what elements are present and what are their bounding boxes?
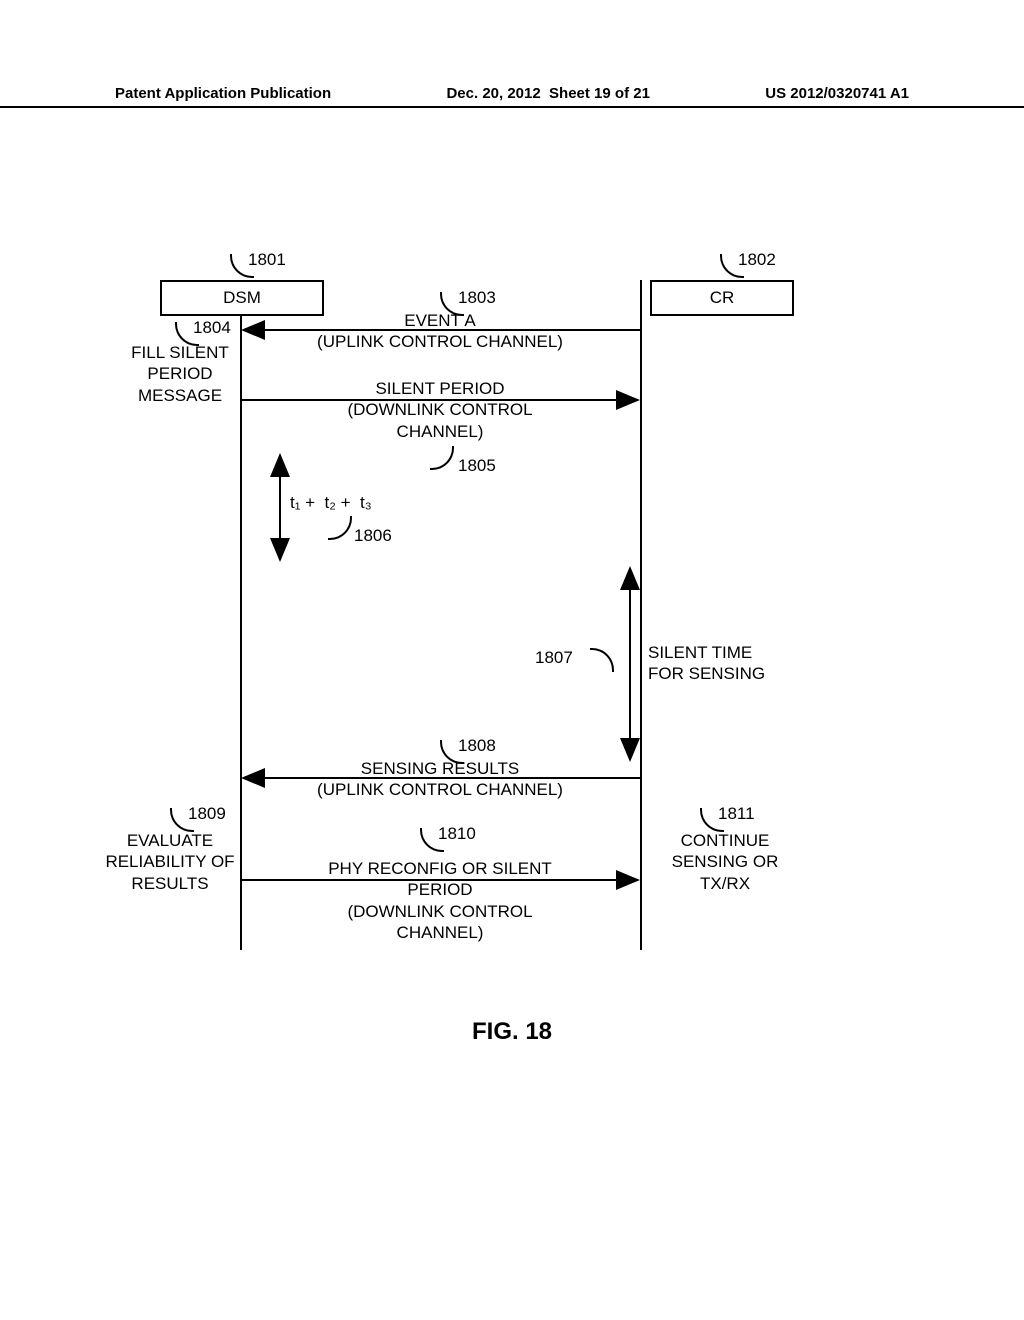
ref-1806: 1806 — [354, 526, 392, 546]
label-event-a: EVENT A (UPLINK CONTROL CHANNEL) — [290, 310, 590, 353]
label-phy-reconfig: PHY RECONFIG OR SILENT PERIOD (DOWNLINK … — [280, 858, 600, 943]
ref-1805: 1805 — [458, 456, 496, 476]
label-silent-time: SILENT TIME FOR SENSING — [648, 642, 798, 685]
header-center: Dec. 20, 2012 Sheet 19 of 21 — [446, 85, 649, 102]
header-right: US 2012/0320741 A1 — [765, 85, 909, 102]
ref-1809: 1809 — [188, 804, 226, 824]
figure-caption: FIG. 18 — [0, 1018, 1024, 1046]
page-header: Patent Application Publication Dec. 20, … — [0, 85, 1024, 108]
header-left: Patent Application Publication — [115, 85, 331, 102]
label-silent-period: SILENT PERIOD (DOWNLINK CONTROL CHANNEL) — [295, 378, 585, 442]
sequence-diagram: DSM CR 1801 1802 1803 EVENT A (UPLI — [130, 280, 890, 960]
ref-1803: 1803 — [458, 288, 496, 308]
ref-1804: 1804 — [193, 318, 231, 338]
ref-1807: 1807 — [535, 648, 573, 668]
ref-1810: 1810 — [438, 824, 476, 844]
label-fill-silent: FILL SILENT PERIOD MESSAGE — [120, 342, 240, 406]
label-sensing-results: SENSING RESULTS (UPLINK CONTROL CHANNEL) — [260, 758, 620, 801]
ref-1811: 1811 — [718, 804, 755, 824]
label-time-formula: t₁ + t₂ + t₃ — [290, 492, 440, 513]
label-evaluate: EVALUATE RELIABILITY OF RESULTS — [100, 830, 240, 894]
label-continue: CONTINUE SENSING OR TX/RX — [650, 830, 800, 894]
ref-1801: 1801 — [248, 250, 286, 270]
ref-1802: 1802 — [738, 250, 776, 270]
ref-1808: 1808 — [458, 736, 496, 756]
